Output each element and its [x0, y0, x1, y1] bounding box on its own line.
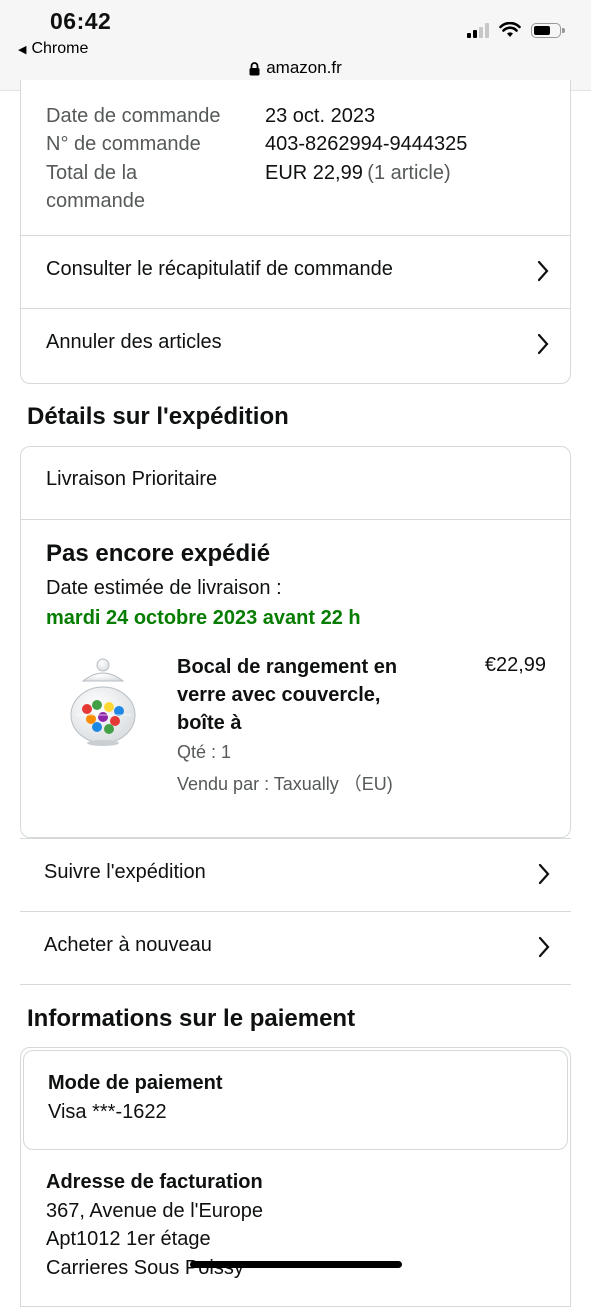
order-total-value: EUR 22,99: [265, 162, 363, 184]
payment-method-value: Visa ***-1622: [48, 1101, 167, 1123]
product-title[interactable]: Bocal de rangement en verre avec couverc…: [177, 653, 397, 737]
track-shipment-label: Suivre l'expédition: [44, 861, 206, 883]
billing-address-line: 367, Avenue de l'Europe: [46, 1200, 263, 1222]
product-title-line: boîte à: [177, 712, 242, 734]
shipping-details-title: Détails sur l'expédition: [27, 403, 289, 430]
order-total-label-line2: commande: [46, 190, 145, 212]
order-number-value: 403-8262994-9444325: [265, 133, 468, 155]
chevron-right-icon: [537, 333, 549, 355]
cancel-items-link[interactable]: Annuler des articles: [21, 309, 570, 383]
estimated-delivery-label: Date estimée de livraison :: [46, 577, 282, 599]
clock: 06:42: [50, 8, 112, 34]
view-order-summary-link[interactable]: Consulter le récapitulatif de commande: [21, 236, 570, 308]
billing-address-label: Adresse de facturation: [46, 1171, 263, 1193]
product-quantity: Qté : 1: [177, 742, 232, 762]
product-price: €22,99: [484, 654, 546, 676]
order-info-card: Date de commande 23 oct. 2023 N° de comm…: [20, 80, 571, 384]
divider: [21, 519, 570, 520]
product-title-line: verre avec couvercle,: [177, 684, 381, 706]
shipment-card: Livraison Prioritaire Pas encore expédié…: [20, 446, 571, 838]
product-seller: Vendu par : Taxually （EU): [177, 774, 393, 794]
order-date-value: 23 oct. 2023: [265, 105, 376, 127]
cancel-items-label: Annuler des articles: [46, 331, 222, 353]
payment-info-title: Informations sur le paiement: [27, 1005, 356, 1032]
track-shipment-link[interactable]: Suivre l'expédition: [20, 839, 571, 911]
lock-icon: [249, 61, 260, 76]
battery-icon: [531, 22, 565, 38]
order-date-label: Date de commande: [46, 105, 221, 127]
buy-again-label: Acheter à nouveau: [44, 934, 212, 956]
payment-card: Mode de paiement Visa ***-1622 Adresse d…: [20, 1047, 571, 1307]
back-to-app-button[interactable]: ◀ Chrome: [18, 40, 88, 58]
divider: [20, 984, 571, 985]
estimated-delivery-date: mardi 24 octobre 2023 avant 22 h: [46, 607, 361, 629]
home-indicator[interactable]: [190, 1261, 402, 1268]
order-number-label: N° de commande: [46, 133, 201, 155]
chevron-right-icon: [538, 936, 550, 958]
payment-method-box: Mode de paiement Visa ***-1622: [23, 1050, 568, 1150]
status-bar: 06:42 ◀ Chrome amazon.fr: [0, 0, 591, 91]
buy-again-link[interactable]: Acheter à nouveau: [20, 912, 571, 984]
back-triangle-icon: ◀: [18, 44, 27, 56]
back-app-label: Chrome: [31, 40, 89, 57]
chevron-right-icon: [537, 260, 549, 282]
billing-address-line: Apt1012 1er étage: [46, 1228, 211, 1250]
wifi-icon: [499, 22, 521, 37]
product-image[interactable]: [63, 657, 143, 749]
shipment-status: Pas encore expédié: [46, 540, 271, 567]
view-order-summary-label: Consulter le récapitulatif de commande: [46, 258, 393, 280]
order-item-count: (1 article): [367, 162, 451, 184]
order-total-label-line1: Total de la: [46, 162, 138, 184]
status-icons: [467, 22, 565, 38]
url-text: amazon.fr: [266, 58, 342, 77]
order-total: EUR 22,99 (1 article): [265, 162, 451, 185]
glass-jar-image: [70, 658, 136, 746]
payment-method-label: Mode de paiement: [48, 1072, 223, 1094]
delivery-method: Livraison Prioritaire: [46, 468, 218, 490]
chevron-right-icon: [538, 863, 550, 885]
product-title-line: Bocal de rangement en: [177, 656, 398, 678]
cellular-signal-icon: [467, 22, 489, 38]
address-bar[interactable]: amazon.fr: [0, 58, 591, 78]
